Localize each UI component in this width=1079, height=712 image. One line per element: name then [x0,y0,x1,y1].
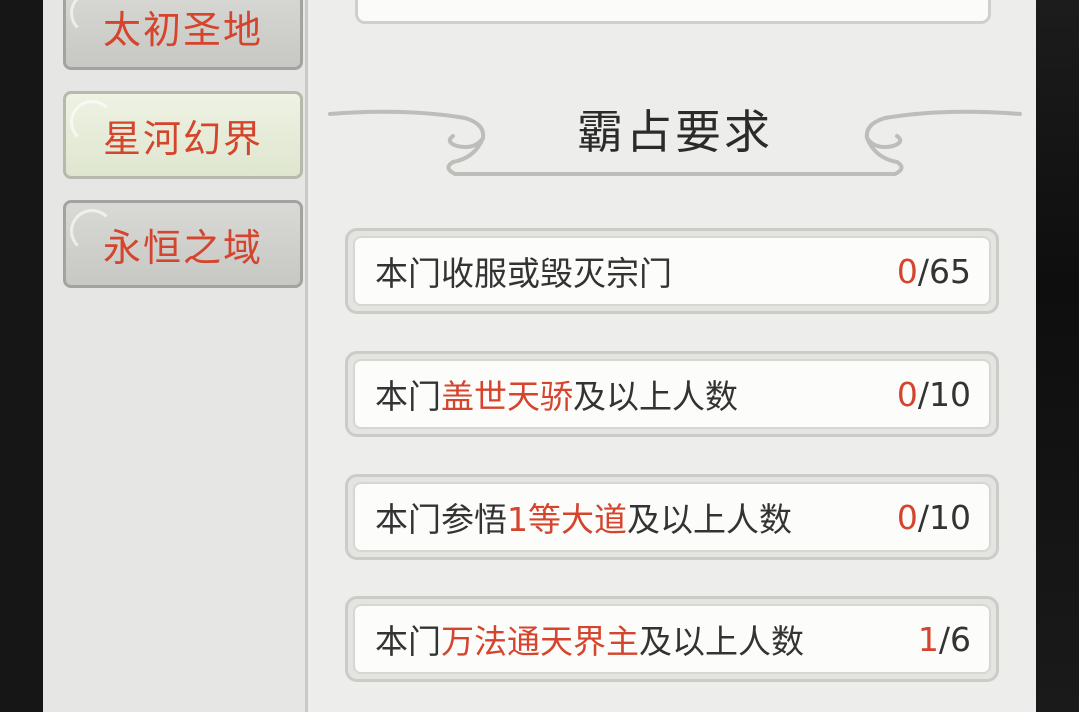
sidebar-item-label: 太初圣地 [102,7,263,52]
sidebar-item-label: 永恒之域 [102,225,263,270]
main-panel: 太初圣地 星河幻界 永恒之域 霸占要求 本门收服或毁灭宗门 0/65 本门盖世天… [43,0,1036,712]
requirement-row: 本门参悟1等大道及以上人数 0/10 [345,474,999,560]
requirement-row: 本门盖世天骄及以上人数 0/10 [345,351,999,437]
requirement-progress: 0/10 [896,497,971,537]
sidebar-item-xinghe[interactable]: 星河幻界 [63,91,303,179]
requirement-progress: 0/65 [896,251,971,291]
section-header: 霸占要求 [325,100,1025,190]
sidebar: 太初圣地 星河幻界 永恒之域 [43,0,308,712]
previous-card [355,0,991,24]
sidebar-item-label: 星河幻界 [102,116,263,161]
requirement-row: 本门万法通天界主及以上人数 1/6 [345,596,999,682]
requirement-row: 本门收服或毁灭宗门 0/65 [345,228,999,314]
sidebar-item-taichu[interactable]: 太初圣地 [63,0,303,70]
section-title: 霸占要求 [577,105,773,159]
sidebar-item-yongheng[interactable]: 永恒之域 [63,200,303,288]
requirement-text: 本门收服或毁灭宗门 [375,254,672,293]
requirement-text: 本门参悟1等大道及以上人数 [375,500,792,539]
background-scene-right [1036,0,1079,712]
requirement-progress: 0/10 [896,374,971,414]
requirement-text: 本门盖世天骄及以上人数 [375,377,738,416]
requirement-text: 本门万法通天界主及以上人数 [375,622,804,661]
requirement-progress: 1/6 [917,619,971,659]
